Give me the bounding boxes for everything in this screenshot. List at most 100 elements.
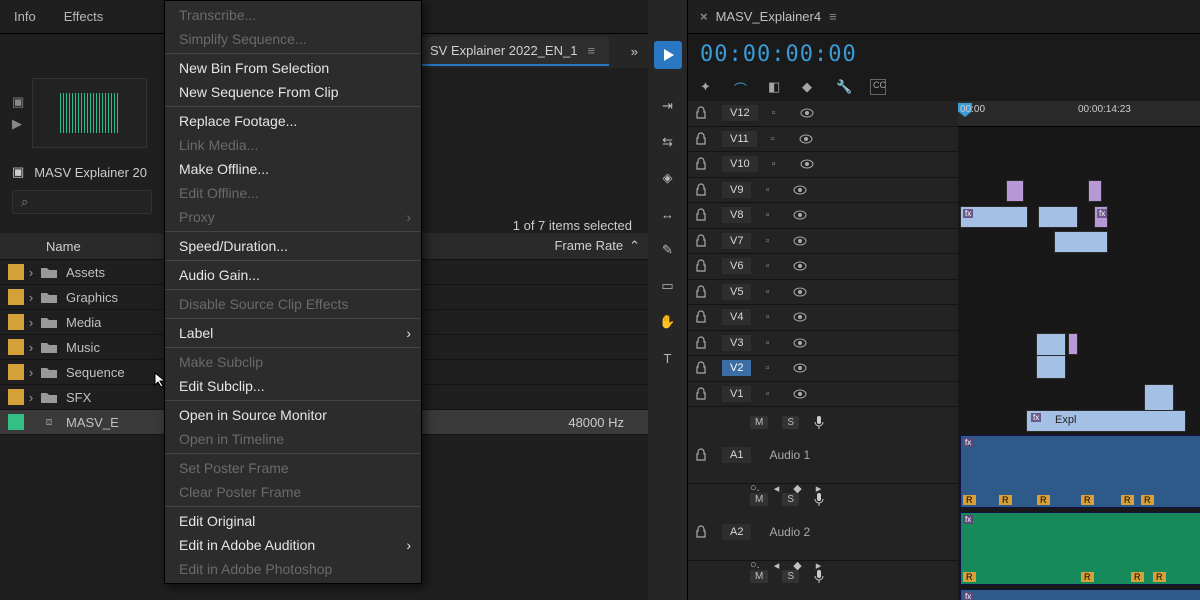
play-preview-icon[interactable]: ▶	[12, 116, 24, 132]
menu-item[interactable]: Label›	[165, 321, 421, 345]
mute-button[interactable]: M	[750, 570, 768, 583]
slip-icon[interactable]: ↔	[659, 205, 677, 223]
clip[interactable]	[1068, 333, 1078, 355]
track-name[interactable]: V1	[722, 386, 751, 402]
clip[interactable]	[1054, 231, 1108, 253]
clip[interactable]	[1006, 180, 1024, 202]
track-name[interactable]: V2	[722, 360, 751, 376]
eye-icon[interactable]	[793, 261, 807, 271]
sync-lock-icon[interactable]: ▫	[765, 311, 779, 323]
expand-arrow-icon[interactable]: ›	[24, 265, 38, 280]
video-track-header[interactable]: V12▫	[688, 101, 958, 127]
search-field[interactable]	[34, 195, 134, 210]
sync-lock-icon[interactable]: ▫	[765, 260, 779, 272]
sync-lock-icon[interactable]: ▫	[772, 107, 786, 119]
eye-icon[interactable]	[800, 159, 814, 169]
type-icon[interactable]: T	[659, 349, 677, 367]
solo-button[interactable]: S	[782, 493, 799, 506]
link-icon[interactable]: ⌒	[734, 79, 750, 95]
mic-icon[interactable]	[813, 415, 825, 429]
lock-icon[interactable]	[694, 234, 708, 248]
menu-item[interactable]: New Bin From Selection	[165, 56, 421, 80]
lock-icon[interactable]	[694, 285, 708, 299]
rectangle-icon[interactable]: ▭	[659, 277, 677, 295]
solo-button[interactable]: S	[782, 570, 799, 583]
lock-icon[interactable]	[694, 361, 708, 375]
expand-arrow-icon[interactable]: ›	[24, 365, 38, 380]
camera-icon[interactable]: ▣	[12, 94, 24, 110]
overwrite-icon[interactable]: ⇆	[659, 133, 677, 151]
clip[interactable]: fx	[1094, 206, 1108, 228]
chevrons-icon[interactable]: »	[631, 44, 638, 59]
sync-lock-icon[interactable]: ▫	[772, 158, 786, 170]
audio-clip[interactable]: fxRRRRRR	[960, 435, 1200, 508]
track-name[interactable]: V6	[722, 258, 751, 274]
video-track-header[interactable]: V10▫	[688, 152, 958, 178]
lock-icon[interactable]	[694, 132, 708, 146]
clip[interactable]	[1088, 180, 1102, 202]
menu-item[interactable]: New Sequence From Clip	[165, 80, 421, 104]
expand-arrow-icon[interactable]: ›	[24, 340, 38, 355]
preview-thumbnail[interactable]	[32, 78, 147, 148]
video-track-header[interactable]: V7▫	[688, 229, 958, 255]
video-track-header[interactable]: V9 ▫	[688, 178, 958, 204]
menu-item[interactable]: Edit Original	[165, 509, 421, 533]
lock-icon[interactable]	[694, 259, 708, 273]
eye-icon[interactable]	[793, 338, 807, 348]
mic-icon[interactable]	[813, 569, 825, 583]
audio-clip[interactable]: fxRRRR	[960, 512, 1200, 585]
audio-track-header[interactable]: MSA3Audio 3○.◂◆▸	[688, 561, 958, 600]
video-track-header[interactable]: V8▫	[688, 203, 958, 229]
clip[interactable]: fxExpl	[1026, 410, 1186, 432]
lock-icon[interactable]	[694, 448, 708, 462]
lock-icon[interactable]	[694, 183, 708, 197]
track-id[interactable]: A2	[722, 524, 751, 540]
expand-arrow-icon[interactable]: ›	[24, 290, 38, 305]
clip[interactable]	[1036, 355, 1066, 379]
timeline-tab[interactable]: × MASV_Explainer4 ≡	[696, 9, 837, 24]
track-name[interactable]: V4	[722, 309, 751, 325]
sync-lock-icon[interactable]: ▫	[765, 235, 779, 247]
expand-arrow-icon[interactable]: ›	[24, 390, 38, 405]
marker-icon[interactable]: ◆	[802, 79, 818, 95]
menu-item[interactable]: Audio Gain...	[165, 263, 421, 287]
audio-track-header[interactable]: MSA1Audio 1○.◂◆▸	[688, 407, 958, 484]
solo-button[interactable]: S	[782, 416, 799, 429]
razor-icon[interactable]: ◈	[659, 169, 677, 187]
sync-lock-icon[interactable]: ▫	[765, 184, 779, 196]
menu-item[interactable]: Speed/Duration...	[165, 234, 421, 258]
close-tab-icon[interactable]: ×	[696, 9, 708, 24]
track-name[interactable]: V9	[722, 182, 751, 198]
track-name[interactable]: V5	[722, 284, 751, 300]
eye-icon[interactable]	[793, 185, 807, 195]
menu-item[interactable]: Open in Source Monitor	[165, 403, 421, 427]
video-track-header[interactable]: V11 ▫	[688, 127, 958, 153]
timecode[interactable]: 00:00:00:00	[700, 42, 1188, 67]
eye-icon[interactable]	[793, 236, 807, 246]
eye-icon[interactable]	[799, 134, 813, 144]
tab-info[interactable]: Info	[0, 1, 50, 32]
insert-icon[interactable]: ⇥	[659, 97, 677, 115]
expand-arrow-icon[interactable]: ›	[24, 315, 38, 330]
video-track-header[interactable]: V3 ▫	[688, 331, 958, 357]
mute-button[interactable]: M	[750, 493, 768, 506]
video-track-header[interactable]: V1▫	[688, 382, 958, 408]
eye-icon[interactable]	[800, 108, 814, 118]
track-id[interactable]: A1	[722, 447, 751, 463]
track-name[interactable]: V3	[722, 335, 751, 351]
sync-lock-icon[interactable]: ▫	[765, 286, 779, 298]
sync-lock-icon[interactable]: ▫	[771, 133, 785, 145]
col-frame-rate[interactable]: Frame Rate ⌃	[520, 238, 640, 254]
menu-item[interactable]: Replace Footage...	[165, 109, 421, 133]
sync-lock-icon[interactable]: ▫	[765, 337, 779, 349]
menu-item[interactable]: Edit Subclip...	[165, 374, 421, 398]
clip[interactable]	[1036, 333, 1066, 356]
sync-lock-icon[interactable]: ▫	[765, 362, 779, 374]
track-name[interactable]: V11	[722, 131, 757, 147]
video-track-header[interactable]: V6 ▫	[688, 254, 958, 280]
cc-icon[interactable]: CC	[870, 79, 886, 95]
lock-icon[interactable]	[694, 387, 708, 401]
snap-icon[interactable]: ✦	[700, 79, 716, 95]
search-input[interactable]: ⌕	[12, 190, 152, 214]
tab-menu-icon[interactable]: ≡	[829, 9, 837, 24]
